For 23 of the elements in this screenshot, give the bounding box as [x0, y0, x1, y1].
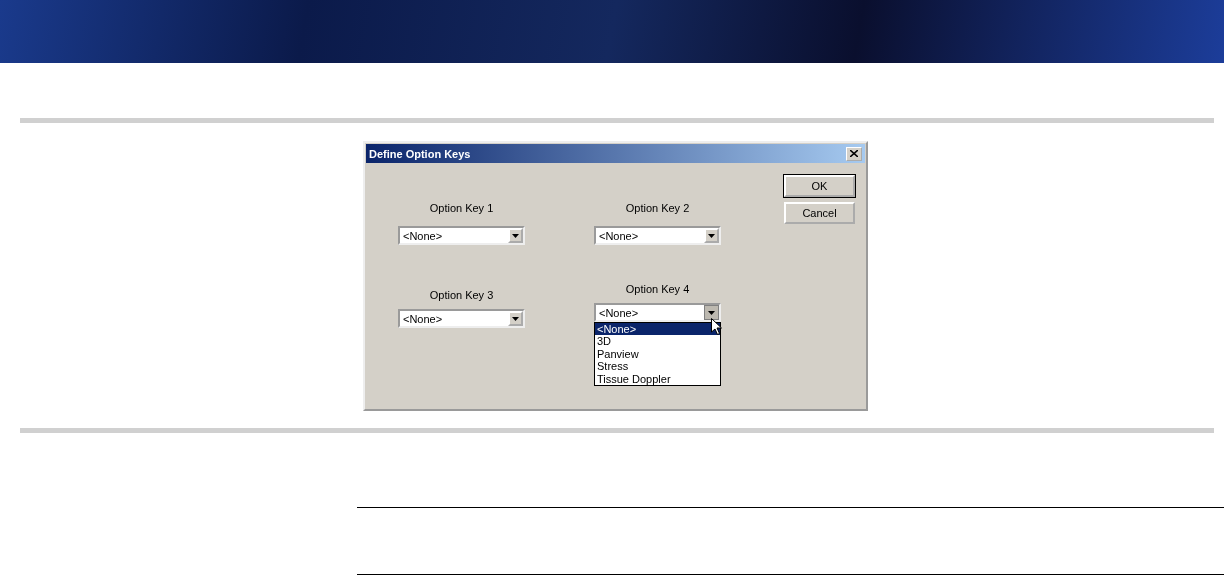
dropdown-option[interactable]: <None>	[595, 323, 720, 336]
ok-button[interactable]: OK	[784, 175, 855, 197]
option-key-label: Option Key 3	[429, 289, 494, 301]
option-key-dropdown[interactable]: <None>	[594, 226, 721, 245]
dropdown-arrow-icon	[708, 310, 715, 315]
option-key-dropdown[interactable]: <None>	[398, 309, 525, 328]
dropdown-value: <None>	[402, 312, 443, 325]
dropdown-arrow-button[interactable]	[704, 305, 719, 320]
close-icon	[850, 150, 858, 157]
option-key-dropdown[interactable]: <None>	[594, 303, 721, 322]
option-key-dropdown[interactable]: <None>	[398, 226, 525, 245]
dropdown-value: <None>	[402, 229, 443, 242]
close-button[interactable]	[846, 146, 862, 161]
dropdown-arrow-icon	[512, 316, 519, 321]
dropdown-arrow-icon	[512, 233, 519, 238]
option-key-label: Option Key 1	[429, 202, 494, 214]
cancel-button[interactable]: Cancel	[784, 202, 855, 224]
dropdown-value: <None>	[598, 229, 639, 242]
option-key-label: Option Key 4	[625, 283, 690, 295]
option-key-label: Option Key 2	[625, 202, 690, 214]
dropdown-arrow-icon	[708, 233, 715, 238]
dropdown-value: <None>	[598, 306, 639, 319]
window-title: Define Option Keys	[369, 147, 471, 160]
